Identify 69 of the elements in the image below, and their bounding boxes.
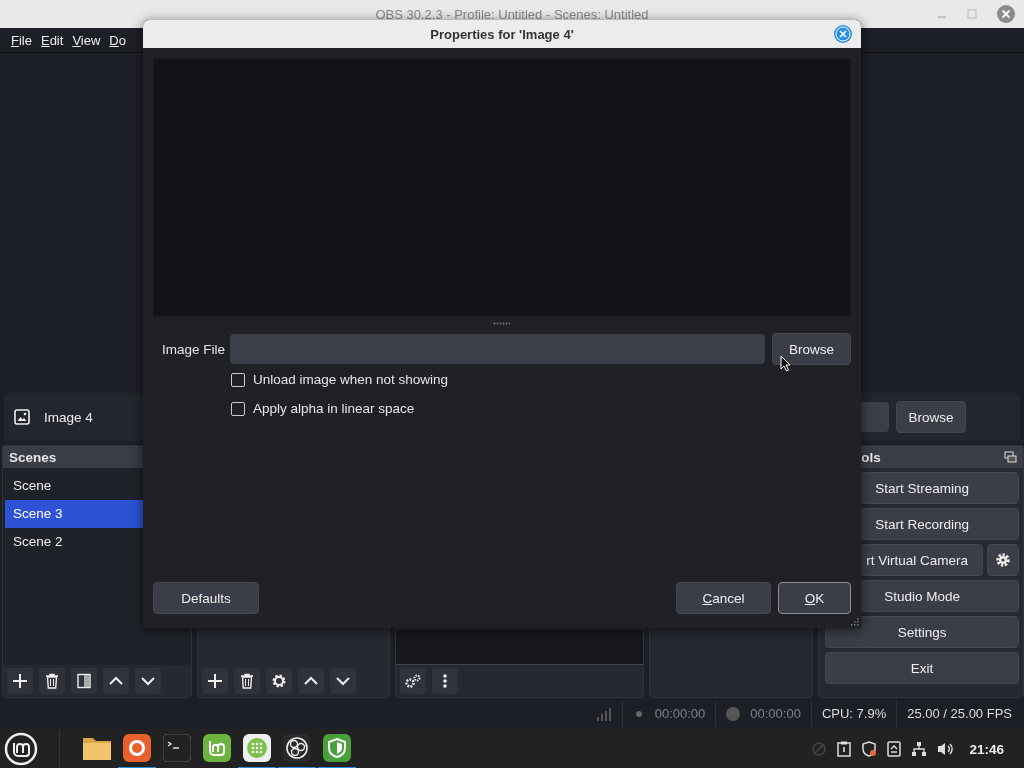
grid-icon: [243, 734, 271, 762]
gears-icon: [403, 673, 422, 689]
field-label: Image File: [162, 341, 223, 357]
panel-title: ols: [861, 449, 881, 465]
delete-button[interactable]: [39, 668, 65, 694]
more-icon: [441, 673, 448, 689]
window-title: OBS 30.2.3 - Profile: Untitled - Scenes: Untitled: [375, 6, 649, 22]
panel-title: Scenes: [9, 449, 57, 465]
plus-icon: [206, 673, 223, 689]
trash-icon: [238, 673, 255, 689]
input-field[interactable]: [230, 334, 765, 364]
checkbox[interactable]: [231, 372, 245, 387]
undock-icon[interactable]: [1004, 451, 1017, 463]
clipboard-icon[interactable]: [837, 741, 852, 757]
terminal-icon: [163, 734, 191, 762]
checkbox-label: Apply alpha in linear space: [253, 401, 415, 416]
shield-icon: [323, 734, 351, 762]
settings-button[interactable]: [987, 544, 1019, 576]
splitter-handle-icon[interactable]: [493, 322, 511, 325]
move-down-button[interactable]: [329, 668, 356, 694]
shield-icon[interactable]: [861, 741, 878, 757]
checkbox-label: Unload image when not showing: [253, 372, 449, 387]
record-icon: [726, 706, 741, 721]
gear-icon: [270, 673, 287, 689]
leaf-logo-icon: [203, 734, 231, 762]
half-square-icon: [76, 673, 92, 689]
source-name: Image 4: [44, 409, 93, 425]
start-menu-icon[interactable]: [4, 732, 38, 766]
settings-button[interactable]: [399, 668, 426, 694]
browse-button[interactable]: Browse: [896, 401, 966, 433]
gear-icon: [995, 552, 1011, 568]
network-icon[interactable]: [911, 741, 928, 757]
filter-button[interactable]: [71, 668, 97, 694]
fps-readout: 25.00 / 25.00 FPS: [907, 706, 1012, 721]
folder-icon: [82, 735, 112, 761]
menu-item[interactable]: File: [8, 32, 35, 48]
signal-icon: [595, 706, 612, 721]
record-time: 00:00:00: [750, 706, 801, 721]
cancel-button[interactable]: Cancel: [676, 582, 771, 614]
delete-button[interactable]: [233, 668, 260, 694]
checkbox[interactable]: [231, 401, 245, 416]
move-up-button[interactable]: [103, 668, 129, 694]
close-icon[interactable]: [996, 4, 1016, 24]
browse-button[interactable]: Browse: [772, 333, 851, 365]
control-button[interactable]: Exit: [825, 652, 1019, 684]
add-button[interactable]: [7, 668, 33, 694]
blocked-icon: [811, 741, 828, 757]
dialog-title: Properties for 'Image 4': [430, 26, 574, 42]
image-icon: [14, 409, 30, 425]
resize-grip-icon[interactable]: [851, 618, 859, 626]
clock: 21:46: [969, 741, 1004, 757]
close-icon[interactable]: [833, 24, 853, 44]
menu-item[interactable]: Edit: [37, 32, 67, 48]
defaults-button[interactable]: Defaults: [153, 582, 259, 614]
menu-item[interactable]: Do: [106, 32, 129, 48]
cpu-usage: CPU: 7.9%: [821, 706, 887, 721]
stream-time: 00:00:00: [654, 706, 706, 721]
settings-button[interactable]: [265, 668, 292, 694]
move-down-button[interactable]: [135, 668, 161, 694]
trash-icon: [44, 673, 60, 689]
more-button[interactable]: [431, 668, 458, 694]
plus-icon: [12, 673, 28, 689]
menu-item[interactable]: View: [69, 32, 104, 48]
control-button[interactable]: Settings: [825, 616, 1019, 648]
ok-button[interactable]: OK: [778, 582, 851, 614]
add-button[interactable]: [201, 668, 228, 694]
move-up-button[interactable]: [297, 668, 324, 694]
volume-icon[interactable]: [937, 741, 956, 757]
mouse-pointer-icon: [780, 355, 791, 372]
